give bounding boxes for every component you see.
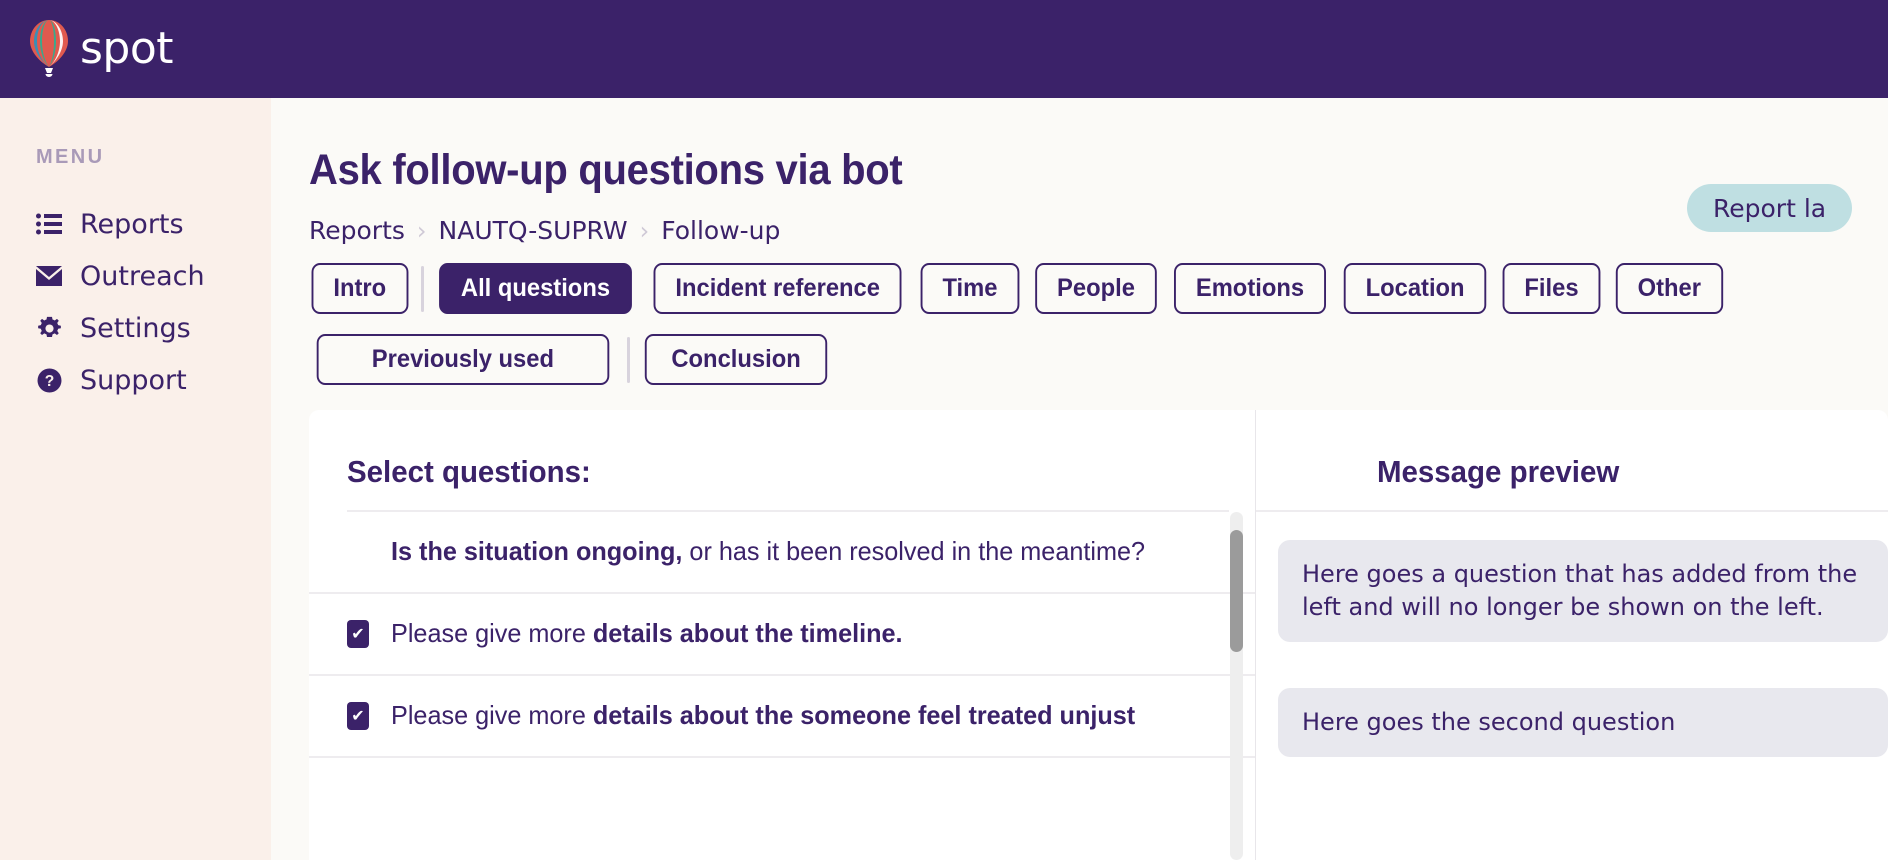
- brand-logo[interactable]: spot: [28, 18, 173, 80]
- balloon-logo-icon: [28, 18, 70, 80]
- chevron-right-icon: ›: [640, 219, 650, 243]
- questions-pane-title: Select questions:: [347, 454, 591, 490]
- tab-location[interactable]: Location: [1343, 263, 1486, 314]
- list-item[interactable]: Is the situation ongoing, or has it been…: [309, 512, 1255, 594]
- content-card: Select questions: Is the situation ongoi…: [309, 410, 1888, 860]
- tab-emotions[interactable]: Emotions: [1174, 263, 1326, 314]
- tab-all-questions[interactable]: All questions: [439, 263, 632, 314]
- question-text-lead: Please give more: [391, 618, 593, 648]
- chevron-right-icon: ›: [417, 219, 427, 243]
- divider: [1256, 510, 1888, 512]
- breadcrumb: Reports › NAUTQ-SUPRW › Follow-up: [309, 218, 780, 243]
- sidebar: MENU Reports Ou: [0, 98, 271, 860]
- main-content: Ask follow-up questions via bot Report l…: [271, 98, 1888, 860]
- questions-pane: Select questions: Is the situation ongoi…: [309, 410, 1255, 860]
- tab-time[interactable]: Time: [920, 263, 1019, 314]
- question-checkbox[interactable]: ✔: [347, 702, 369, 730]
- list-icon: [36, 211, 62, 237]
- status-badge[interactable]: Report la: [1687, 184, 1852, 232]
- tab-conclusion[interactable]: Conclusion: [645, 334, 828, 385]
- question-checkbox[interactable]: ✔: [347, 620, 369, 648]
- question-text: Is the situation ongoing, or has it been…: [391, 536, 1145, 567]
- top-bar: spot: [0, 0, 1888, 98]
- status-badge-label: Report la: [1713, 194, 1826, 223]
- question-text-lead: Please give more: [391, 700, 593, 730]
- breadcrumb-item-report-id[interactable]: NAUTQ-SUPRW: [439, 218, 628, 243]
- question-circle-icon: ?: [36, 367, 62, 393]
- sidebar-item-label: Outreach: [80, 263, 205, 290]
- tab-people[interactable]: People: [1035, 263, 1157, 314]
- question-text: Please give more details about the someo…: [391, 700, 1135, 731]
- tab-divider: [627, 337, 630, 383]
- tab-bar-row-2: Previously used Conclusion: [309, 334, 832, 385]
- sidebar-item-settings[interactable]: Settings: [0, 302, 271, 354]
- breadcrumb-item-reports[interactable]: Reports: [309, 218, 405, 243]
- preview-message-bubble: Here goes a question that has added from…: [1278, 540, 1888, 642]
- sidebar-item-support[interactable]: ? Support: [0, 354, 271, 406]
- question-checkbox[interactable]: [347, 538, 369, 566]
- questions-list: Is the situation ongoing, or has it been…: [309, 512, 1255, 860]
- preview-pane: Message preview Here goes a question tha…: [1256, 410, 1888, 860]
- page-title: Ask follow-up questions via bot: [309, 146, 902, 195]
- sidebar-item-label: Reports: [80, 211, 184, 238]
- list-item[interactable]: ✔ Please give more details about the tim…: [309, 594, 1255, 676]
- scrollbar-thumb[interactable]: [1230, 530, 1243, 652]
- sidebar-nav: Reports Outreach Settings: [0, 198, 271, 406]
- tab-intro[interactable]: Intro: [312, 263, 408, 314]
- question-text: Please give more details about the timel…: [391, 618, 903, 649]
- tab-bar-row-1: Intro All questions Incident reference T…: [309, 263, 1726, 314]
- list-item[interactable]: ✔ Please give more details about the som…: [309, 676, 1255, 758]
- breadcrumb-item-current[interactable]: Follow-up: [661, 218, 780, 243]
- tab-divider: [421, 266, 424, 312]
- tab-other[interactable]: Other: [1616, 263, 1723, 314]
- sidebar-item-reports[interactable]: Reports: [0, 198, 271, 250]
- svg-text:?: ?: [44, 373, 54, 390]
- question-text-rest: or has it been resolved in the meantime?: [682, 536, 1145, 566]
- tab-incident-reference[interactable]: Incident reference: [653, 263, 901, 314]
- preview-message-bubble: Here goes the second question: [1278, 688, 1888, 757]
- sidebar-section-label: MENU: [36, 146, 105, 169]
- tab-previously-used[interactable]: Previously used: [317, 334, 609, 385]
- sidebar-item-label: Support: [80, 367, 187, 394]
- tab-files[interactable]: Files: [1502, 263, 1600, 314]
- preview-pane-title: Message preview: [1377, 454, 1619, 490]
- sidebar-item-outreach[interactable]: Outreach: [0, 250, 271, 302]
- question-text-bold: Is the situation ongoing,: [391, 536, 682, 566]
- envelope-icon: [36, 263, 62, 289]
- question-text-bold: details about the someone feel treated u…: [593, 700, 1135, 730]
- question-text-bold: details about the timeline.: [593, 618, 903, 648]
- brand-name: spot: [80, 27, 173, 71]
- gear-icon: [36, 315, 62, 341]
- questions-scrollbar[interactable]: [1230, 512, 1243, 860]
- sidebar-item-label: Settings: [80, 315, 191, 342]
